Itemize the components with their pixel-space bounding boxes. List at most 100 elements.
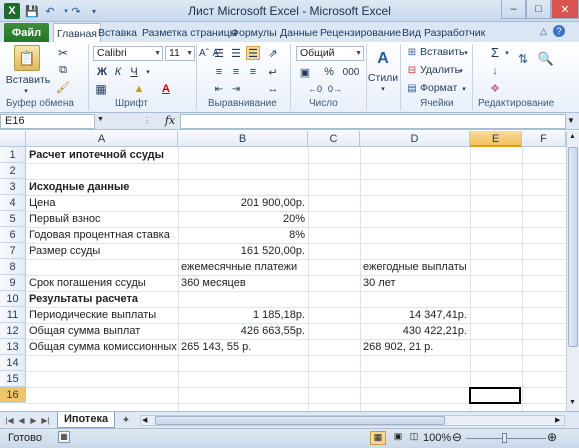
- cut-icon[interactable]: ✂: [55, 46, 71, 60]
- formula-input[interactable]: [180, 114, 566, 129]
- first-sheet-icon[interactable]: |◀: [4, 414, 15, 426]
- tab-insert[interactable]: Вставка: [95, 24, 140, 42]
- bold-button[interactable]: Ж: [95, 65, 109, 79]
- cell-b7[interactable]: 161 520,00р.: [178, 243, 308, 259]
- align-top-icon[interactable]: ☰: [212, 46, 226, 60]
- cell-a13[interactable]: Общая сумма комиссионных: [26, 339, 180, 355]
- worksheet-grid[interactable]: A B C D E F 1 2 3 4 5 6 7 8 9 10 11 12 1…: [0, 131, 566, 411]
- chevron-down-icon[interactable]: ▾: [460, 82, 468, 95]
- wrap-text-icon[interactable]: ↵: [266, 65, 280, 79]
- row-header-11[interactable]: 11: [0, 307, 26, 323]
- italic-button[interactable]: К: [111, 65, 125, 79]
- paste-icon[interactable]: 📋: [14, 45, 40, 71]
- cell-a9[interactable]: Срок погашения ссуды: [26, 275, 149, 291]
- increase-indent-icon[interactable]: ⇥: [229, 82, 243, 96]
- cell-a6[interactable]: Годовая процентная ставка: [26, 227, 173, 243]
- decrease-indent-icon[interactable]: ⇤: [212, 82, 226, 96]
- tab-review[interactable]: Рецензирование: [317, 24, 404, 42]
- percent-button[interactable]: %: [322, 65, 336, 79]
- copy-icon[interactable]: ⧉: [55, 63, 71, 77]
- scroll-left-icon[interactable]: ◀: [142, 416, 147, 424]
- font-name-combo[interactable]: Calibri ▼: [93, 46, 163, 61]
- cell-d13[interactable]: 268 902, 21 р.: [360, 339, 436, 355]
- row-header-5[interactable]: 5: [0, 211, 26, 227]
- align-middle-icon[interactable]: ☰: [229, 46, 243, 60]
- chevron-down-icon[interactable]: ▾: [462, 46, 470, 59]
- tab-page-layout[interactable]: Разметка страницы: [139, 24, 240, 42]
- macro-record-icon[interactable]: ▦: [58, 431, 70, 443]
- decrease-decimal-icon[interactable]: 0→: [326, 82, 344, 96]
- maximize-button[interactable]: □: [526, 0, 551, 19]
- column-header-a[interactable]: A: [26, 131, 178, 147]
- vertical-scrollbar[interactable]: ▲ ▼: [566, 131, 579, 411]
- name-box[interactable]: E16: [0, 114, 95, 129]
- grow-font-icon[interactable]: Aˆ: [198, 46, 210, 60]
- help-icon[interactable]: ?: [553, 25, 565, 37]
- tab-developer[interactable]: Разработчик: [421, 24, 488, 42]
- cell-b9[interactable]: 360 месяцев: [178, 275, 249, 291]
- chevron-down-icon[interactable]: ▾: [503, 46, 511, 59]
- row-header-13[interactable]: 13: [0, 339, 26, 355]
- font-color-icon[interactable]: A: [158, 82, 174, 96]
- paste-button[interactable]: Вставить: [6, 74, 51, 86]
- last-sheet-icon[interactable]: ▶|: [40, 414, 51, 426]
- row-header-7[interactable]: 7: [0, 243, 26, 259]
- align-left-icon[interactable]: ≡: [212, 65, 226, 79]
- prev-sheet-icon[interactable]: ◀: [16, 414, 27, 426]
- underline-dropdown-icon[interactable]: ▾: [143, 65, 153, 79]
- sheet-tab-mortgage[interactable]: Ипотека: [57, 412, 115, 428]
- row-header-14[interactable]: 14: [0, 355, 26, 371]
- ribbon-collapse-icon[interactable]: △: [540, 26, 547, 37]
- row-header-6[interactable]: 6: [0, 227, 26, 243]
- formula-bar-handle-icon[interactable]: ⋮: [143, 116, 151, 125]
- cell-a4[interactable]: Цена: [26, 195, 58, 211]
- scroll-right-icon[interactable]: ▶: [555, 416, 560, 424]
- font-size-combo[interactable]: 11 ▼: [165, 46, 195, 61]
- tab-file[interactable]: Файл: [4, 23, 49, 42]
- tab-home[interactable]: Главная: [53, 23, 101, 43]
- row-header-4[interactable]: 4: [0, 195, 26, 211]
- row-header-16[interactable]: 16: [0, 387, 26, 403]
- expand-formula-bar-icon[interactable]: ▼: [567, 116, 575, 125]
- cell-a7[interactable]: Размер ссуды: [26, 243, 103, 259]
- active-cell-e16[interactable]: [469, 387, 521, 404]
- horizontal-scroll-thumb[interactable]: [155, 416, 445, 425]
- chevron-down-icon[interactable]: ▾: [457, 64, 465, 77]
- next-sheet-icon[interactable]: ▶: [28, 414, 39, 426]
- fill-icon[interactable]: ↓: [488, 64, 502, 77]
- row-header-10[interactable]: 10: [0, 291, 26, 307]
- styles-button[interactable]: Стили: [367, 72, 399, 84]
- sort-filter-icon[interactable]: ⇅: [515, 46, 531, 72]
- cell-a5[interactable]: Первый взнос: [26, 211, 104, 227]
- format-cells-button[interactable]: Формат: [420, 82, 457, 94]
- column-header-c[interactable]: C: [308, 131, 360, 147]
- paste-dropdown-icon[interactable]: ▾: [20, 87, 32, 95]
- cell-d12[interactable]: 430 422,21р.: [360, 323, 470, 339]
- thousands-button[interactable]: 000: [340, 65, 362, 79]
- horizontal-scrollbar[interactable]: ◀ ▶: [140, 415, 565, 426]
- number-format-combo[interactable]: Общий ▼: [296, 46, 364, 61]
- column-header-b[interactable]: B: [178, 131, 308, 147]
- scroll-down-icon[interactable]: ▼: [569, 399, 576, 406]
- cell-d11[interactable]: 14 347,41р.: [360, 307, 470, 323]
- insert-cells-icon[interactable]: ⊞: [405, 46, 419, 59]
- insert-cells-button[interactable]: Вставить: [420, 46, 465, 58]
- cell-b8[interactable]: ежемесячные платежи: [178, 259, 300, 275]
- cell-a12[interactable]: Общая сумма выплат: [26, 323, 143, 339]
- cell-b13[interactable]: 265 143, 55 р.: [178, 339, 254, 355]
- cell-b4[interactable]: 201 900,00р.: [178, 195, 308, 211]
- format-painter-icon[interactable]: 🖌: [55, 80, 71, 94]
- row-header-8[interactable]: 8: [0, 259, 26, 275]
- minimize-button[interactable]: –: [501, 0, 526, 19]
- zoom-out-icon[interactable]: ⊖: [452, 430, 462, 444]
- new-sheet-icon[interactable]: ✦: [119, 414, 133, 426]
- tab-formulas[interactable]: Формулы: [228, 24, 280, 42]
- currency-icon[interactable]: ▣: [296, 65, 314, 79]
- delete-cells-icon[interactable]: ⊟: [405, 64, 419, 77]
- find-select-icon[interactable]: 🔍: [538, 46, 554, 72]
- cell-b12[interactable]: 426 663,55р.: [178, 323, 308, 339]
- align-right-icon[interactable]: ≡: [246, 65, 260, 79]
- row-header-3[interactable]: 3: [0, 179, 26, 195]
- page-layout-view-icon[interactable]: ▣: [390, 431, 406, 445]
- row-header-9[interactable]: 9: [0, 275, 26, 291]
